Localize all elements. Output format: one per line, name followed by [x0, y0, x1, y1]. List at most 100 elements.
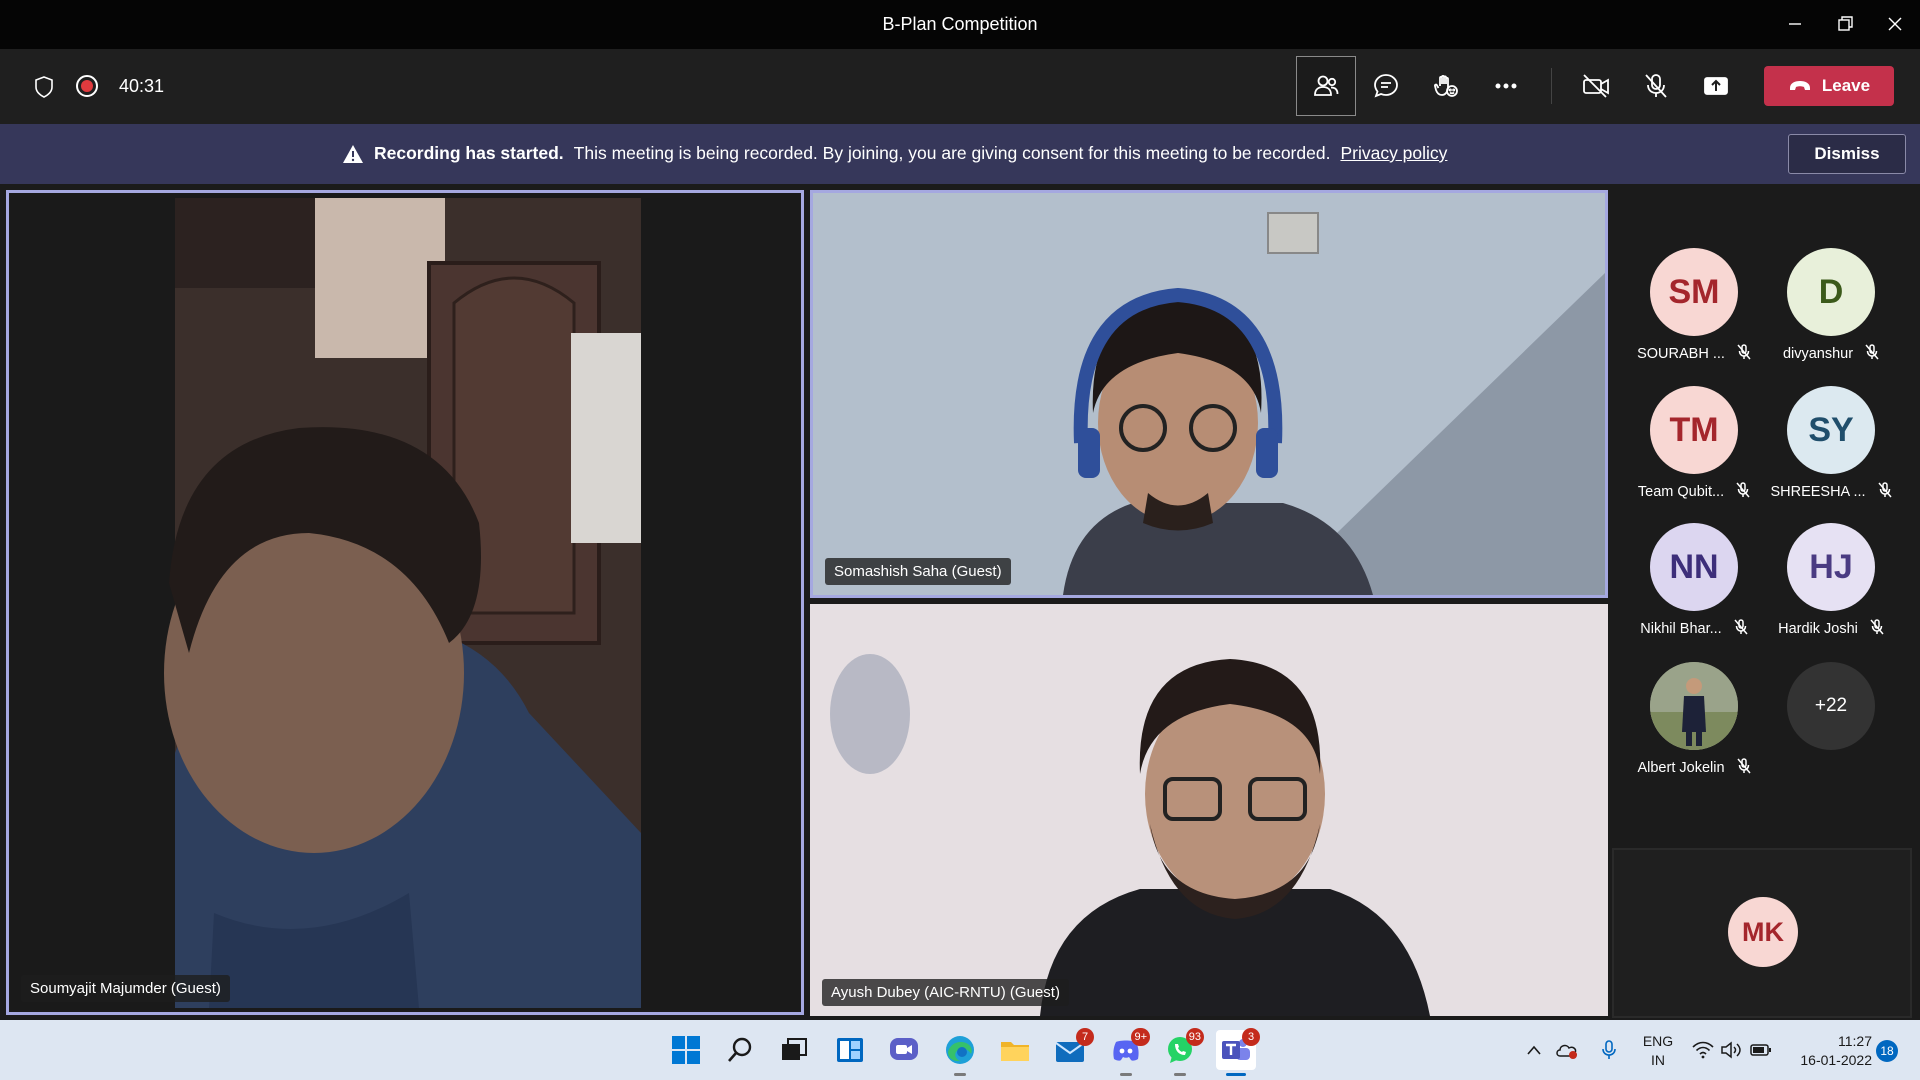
video-tile-1[interactable]: Soumyajit Majumder (Guest) — [6, 190, 804, 1015]
participant-video — [810, 604, 1608, 1016]
participant-name-tag: Soumyajit Majumder (Guest) — [21, 975, 230, 1002]
search-button[interactable] — [720, 1030, 760, 1070]
microphone-tray-button[interactable] — [1596, 1030, 1622, 1070]
close-window-button[interactable] — [1870, 8, 1920, 40]
file-explorer-button[interactable] — [995, 1030, 1035, 1070]
whatsapp-badge: 93 — [1185, 1028, 1204, 1046]
recording-indicator-icon — [76, 75, 98, 97]
participant-card[interactable]: SY SHREESHA ... — [1766, 386, 1896, 502]
title-bar: B-Plan Competition — [0, 0, 1920, 49]
mail-button[interactable]: 7 — [1050, 1028, 1094, 1070]
widgets-button[interactable] — [830, 1030, 870, 1070]
avatar: NN — [1650, 523, 1738, 611]
muted-mic-icon — [1877, 482, 1892, 498]
task-view-button[interactable] — [774, 1030, 814, 1070]
people-icon — [1314, 75, 1339, 96]
more-participants-button[interactable]: +22 — [1766, 662, 1896, 750]
restore-button[interactable] — [1820, 8, 1870, 40]
clock-date: 16-01-2022 — [1800, 1052, 1872, 1068]
teams-chat-button[interactable] — [884, 1030, 924, 1070]
participant-name: Albert Jokelin — [1637, 760, 1725, 776]
clock-time: 11:27 — [1838, 1033, 1872, 1049]
profile-photo-icon — [1650, 662, 1738, 750]
clock[interactable]: 11:27 16-01-2022 — [1788, 1032, 1872, 1070]
banner-title: Recording has started. — [374, 143, 564, 163]
start-button[interactable] — [666, 1030, 706, 1070]
minimize-icon — [1789, 23, 1801, 25]
running-indicator — [1174, 1073, 1186, 1076]
privacy-policy-link[interactable]: Privacy policy — [1340, 143, 1447, 164]
volume-status[interactable] — [1718, 1030, 1744, 1070]
participant-name: SHREESHA ... — [1770, 484, 1866, 500]
region-code: IN — [1651, 1052, 1665, 1068]
minimize-button[interactable] — [1770, 8, 1820, 40]
participant-name: SOURABH ... — [1637, 346, 1725, 362]
search-icon — [728, 1037, 752, 1062]
share-tray-icon — [1704, 77, 1728, 95]
teams-button[interactable]: 3 — [1216, 1028, 1260, 1076]
mic-off-icon — [1645, 74, 1667, 98]
close-icon — [1888, 17, 1902, 31]
meeting-toolbar: 40:31 Leave — [0, 49, 1920, 124]
input-language-indicator[interactable]: ENG IN — [1640, 1032, 1676, 1070]
leave-button[interactable]: Leave — [1764, 66, 1894, 106]
share-screen-button[interactable] — [1686, 56, 1746, 116]
self-avatar: MK — [1728, 897, 1798, 967]
chat-icon — [1374, 74, 1398, 98]
active-indicator — [1226, 1073, 1246, 1076]
teams-badge: 3 — [1242, 1028, 1260, 1046]
participant-card[interactable]: Albert Jokelin — [1629, 662, 1759, 778]
speaker-icon — [1721, 1041, 1741, 1059]
show-hidden-icons-button[interactable] — [1522, 1030, 1546, 1070]
participants-button[interactable] — [1296, 56, 1356, 116]
running-indicator — [954, 1073, 966, 1076]
toolbar-divider — [1551, 68, 1552, 104]
mail-badge: 7 — [1076, 1028, 1094, 1046]
video-tile-3[interactable]: Ayush Dubey (AIC-RNTU) (Guest) — [810, 604, 1608, 1016]
cloud-icon — [1556, 1044, 1577, 1059]
participant-card[interactable]: NN Nikhil Bhar... — [1629, 523, 1759, 639]
overflow-count: +22 — [1787, 662, 1875, 750]
participant-name: Nikhil Bhar... — [1640, 621, 1722, 637]
avatar: TM — [1650, 386, 1738, 474]
edge-icon — [946, 1036, 974, 1064]
reactions-button[interactable] — [1416, 56, 1476, 116]
muted-mic-icon — [1737, 344, 1751, 360]
hang-up-icon — [1789, 81, 1810, 90]
participant-name-tag: Somashish Saha (Guest) — [825, 558, 1011, 585]
dismiss-button[interactable]: Dismiss — [1788, 134, 1906, 174]
restore-icon — [1838, 16, 1853, 31]
edge-browser-button[interactable] — [940, 1030, 980, 1076]
windows-taskbar: 7 9+ 93 3 ENG IN 11:27 16-01-2022 18 — [0, 1020, 1920, 1080]
avatar-photo — [1650, 662, 1738, 750]
camera-off-icon — [1583, 74, 1609, 98]
avatar: D — [1787, 248, 1875, 336]
camera-toggle-button[interactable] — [1566, 56, 1626, 116]
muted-mic-icon — [1736, 758, 1751, 774]
participant-card[interactable]: HJ Hardik Joshi — [1766, 523, 1896, 639]
self-view-tile[interactable]: MK — [1612, 848, 1912, 1018]
battery-status[interactable] — [1748, 1030, 1774, 1070]
whatsapp-button[interactable]: 93 — [1160, 1028, 1204, 1076]
participant-card[interactable]: D divyanshur — [1766, 248, 1896, 364]
notification-count-badge[interactable]: 18 — [1876, 1040, 1898, 1062]
discord-button[interactable]: 9+ — [1106, 1028, 1150, 1076]
folder-icon — [1001, 1042, 1029, 1061]
participant-card[interactable]: SM SOURABH ... — [1629, 248, 1759, 364]
wifi-status[interactable] — [1690, 1030, 1716, 1070]
video-chat-icon — [890, 1038, 918, 1060]
raise-hand-icon — [1434, 74, 1458, 97]
more-options-button[interactable] — [1476, 56, 1536, 116]
participant-name: divyanshur — [1782, 346, 1854, 362]
leave-label: Leave — [1821, 76, 1871, 95]
widgets-icon — [837, 1038, 863, 1062]
chat-button[interactable] — [1356, 56, 1416, 116]
language-code: ENG — [1642, 1033, 1674, 1049]
onedrive-button[interactable] — [1554, 1030, 1580, 1070]
participant-card[interactable]: TM Team Qubit... — [1629, 386, 1759, 502]
battery-icon — [1750, 1044, 1771, 1056]
participant-video — [9, 193, 801, 1012]
mic-toggle-button[interactable] — [1626, 56, 1686, 116]
avatar: SY — [1787, 386, 1875, 474]
video-tile-2[interactable]: Somashish Saha (Guest) — [810, 190, 1608, 598]
